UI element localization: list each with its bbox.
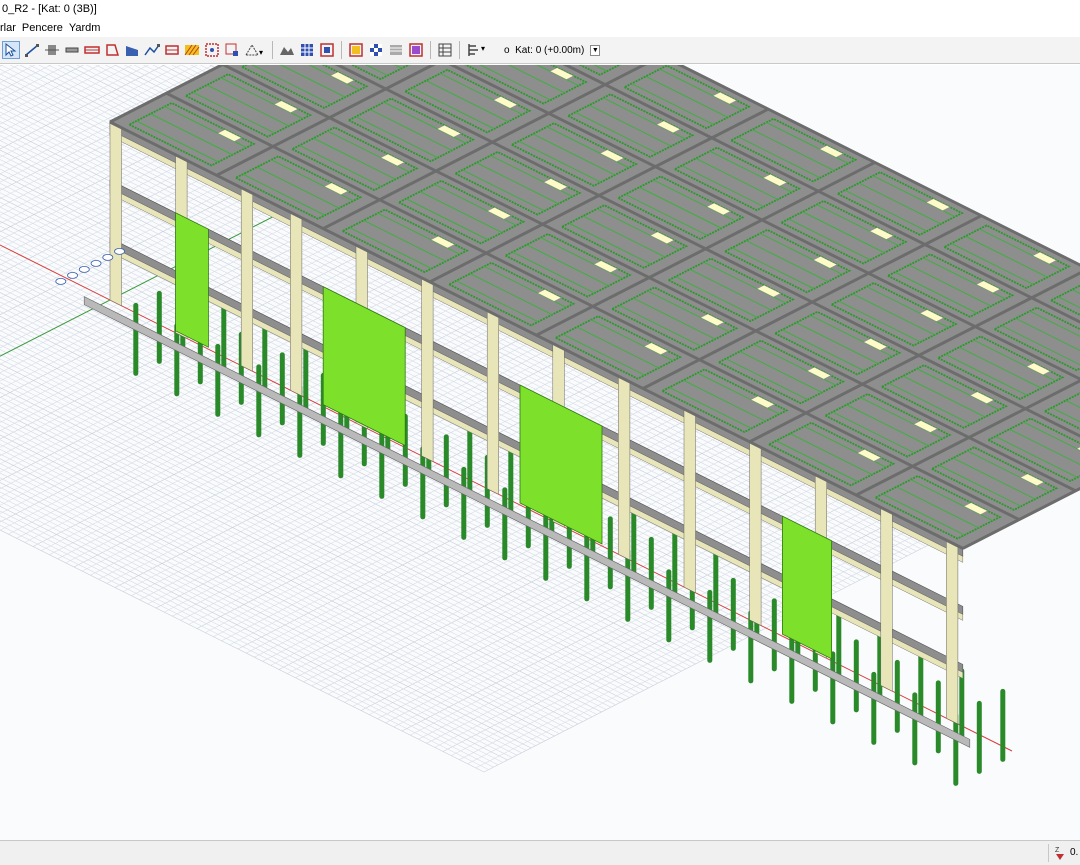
window-icon[interactable] [348, 42, 364, 58]
svg-text:▾: ▾ [481, 44, 485, 53]
column [749, 441, 762, 626]
shear-wall [322, 285, 406, 447]
column-icon[interactable] [44, 42, 60, 58]
polyline-icon[interactable] [144, 42, 160, 58]
grid-axis-bubble [114, 247, 125, 255]
menu-item-tools[interactable]: rlar [0, 19, 22, 37]
wall-icon[interactable] [84, 42, 100, 58]
floor-stack-icon[interactable]: ▾ [466, 42, 488, 58]
column [946, 539, 959, 725]
column-list-icon[interactable] [437, 42, 453, 58]
gallery-icon[interactable] [279, 42, 295, 58]
list-icon[interactable] [388, 42, 404, 58]
hatch-icon[interactable] [184, 42, 200, 58]
svg-text:Z: Z [1055, 847, 1060, 854]
3d-model-canvas[interactable] [0, 65, 1080, 840]
column [880, 506, 893, 692]
menu-item-window[interactable]: Pencere [22, 19, 69, 37]
column [421, 277, 434, 462]
line-icon[interactable] [24, 42, 40, 58]
floor-selector-label[interactable]: o Kat: 0 (+0.00m) [504, 45, 584, 56]
toolbar-separator [272, 41, 273, 59]
region-icon[interactable] [204, 42, 220, 58]
shear-wall [519, 384, 603, 545]
svg-text:▾: ▾ [259, 48, 263, 57]
column [240, 187, 253, 372]
pointer-icon[interactable] [2, 41, 20, 59]
z-axis-icon[interactable]: Z [1053, 845, 1067, 861]
grid-axis-bubble [102, 253, 114, 261]
toolbar-separator [459, 41, 460, 59]
column [109, 121, 122, 307]
toolbar: ▾ ▾ o Kat: 0 (+0.00m) ▼ [0, 37, 1080, 64]
truss-icon[interactable] [164, 42, 180, 58]
shear-wall [175, 212, 209, 348]
menu-bar: rlar Pencere Yardm [0, 19, 1080, 37]
toolbar-separator [430, 41, 431, 59]
slab-icon[interactable] [104, 42, 120, 58]
node-icon[interactable] [224, 42, 240, 58]
grid-axis-bubble [90, 259, 102, 267]
column [290, 211, 303, 397]
status-coordinate: 0. [1070, 847, 1079, 858]
toolbar-separator [341, 41, 342, 59]
checker-icon[interactable] [368, 42, 384, 58]
grid-axis-bubble [78, 265, 90, 273]
status-bar: Z 0. [0, 840, 1080, 865]
floor-dropdown-button[interactable]: ▼ [590, 44, 601, 56]
stair-icon[interactable] [124, 42, 140, 58]
chevron-down-icon: ▼ [591, 46, 599, 54]
window-title: 0_R2 - [Kat: 0 (3B)] [0, 0, 1080, 19]
grid-axis-bubble [67, 271, 78, 279]
axis-icon[interactable]: ▾ [244, 42, 266, 58]
grid-axis-bubble [55, 277, 67, 285]
column [683, 408, 696, 594]
menu-item-help[interactable]: Yardm [69, 19, 107, 37]
column [486, 310, 499, 495]
grid-icon[interactable] [299, 42, 315, 58]
column [618, 375, 631, 561]
frame-icon[interactable] [319, 42, 335, 58]
status-divider [1048, 844, 1049, 862]
shear-wall [782, 515, 832, 660]
beam-icon[interactable] [64, 42, 80, 58]
3d-viewport[interactable] [0, 65, 1080, 840]
table-icon[interactable] [408, 42, 424, 58]
